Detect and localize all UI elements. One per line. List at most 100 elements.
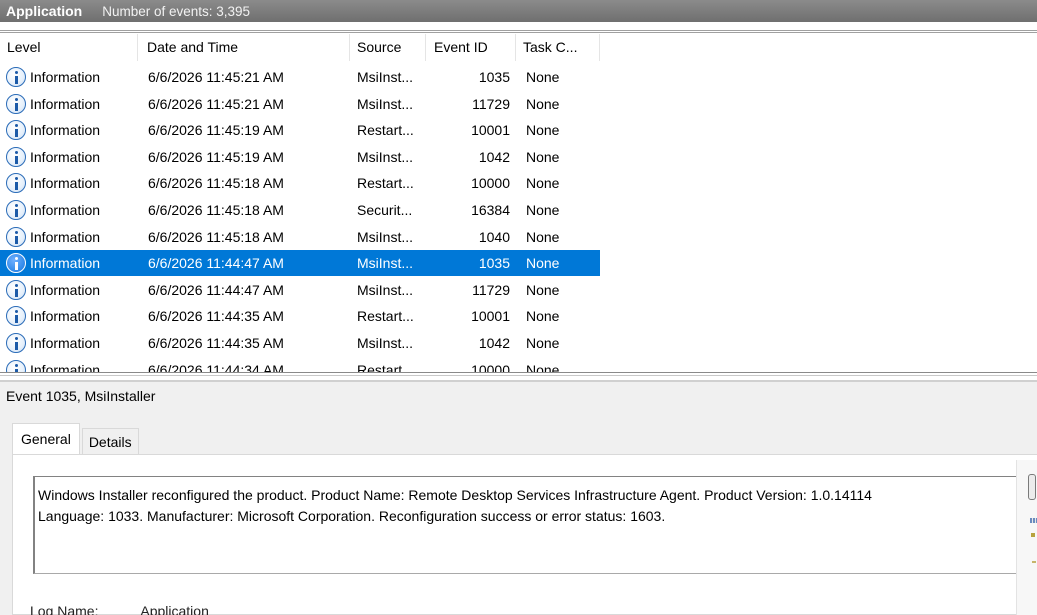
right-scrollbar[interactable] xyxy=(1016,460,1037,615)
row-level: Information xyxy=(30,95,101,112)
event-row[interactable]: Information 6/6/2026 11:44:47 AM MsiInst..… xyxy=(0,250,600,277)
event-row[interactable]: Information 6/6/2026 11:44:35 AM Restart..… xyxy=(0,303,600,329)
row-level: Information xyxy=(30,202,101,218)
tab-general[interactable]: General xyxy=(12,423,80,454)
event-row[interactable]: Information 6/6/2026 11:45:19 AM MsiInst..… xyxy=(0,144,600,170)
row-date-time: 6/6/2026 11:45:19 AM xyxy=(148,122,284,139)
event-row[interactable]: Information 6/6/2026 11:45:18 AM MsiInst..… xyxy=(0,224,600,250)
information-icon xyxy=(6,226,26,247)
events-grid[interactable]: Level Date and Time Source Event ID Task… xyxy=(0,34,1037,372)
row-task-category: None xyxy=(526,308,560,325)
event-row[interactable]: Information 6/6/2026 11:45:21 AM MsiInst..… xyxy=(0,64,600,90)
event-row[interactable]: Information 6/6/2026 11:44:35 AM MsiInst..… xyxy=(0,330,600,356)
event-row[interactable]: Information 6/6/2026 11:45:19 AM Restart..… xyxy=(0,117,600,143)
event-row[interactable]: Information 6/6/2026 11:45:21 AM MsiInst..… xyxy=(0,91,600,117)
row-date-time: 6/6/2026 11:44:47 AM xyxy=(148,255,284,272)
info-circle-icon xyxy=(6,359,26,372)
row-level: Information xyxy=(30,122,101,139)
information-icon xyxy=(6,279,26,300)
info-circle-icon xyxy=(6,306,26,327)
row-level: Information xyxy=(30,308,101,325)
tab-details[interactable]: Details xyxy=(81,428,139,454)
row-source: MsiInst... xyxy=(357,228,414,245)
row-level: Information xyxy=(30,228,101,245)
column-header-source[interactable]: Source xyxy=(350,34,426,61)
marker-icon xyxy=(1031,533,1035,537)
row-event-id: 11729 xyxy=(472,281,510,298)
row-source: MsiInst... xyxy=(357,69,414,85)
row-source: MsiInst... xyxy=(357,95,414,112)
information-icon xyxy=(6,67,26,87)
row-task-category: None xyxy=(526,95,560,112)
row-level: Information xyxy=(30,281,101,298)
information-icon xyxy=(6,146,26,167)
row-level: Information xyxy=(30,335,101,351)
row-source: MsiInst... xyxy=(357,255,414,272)
row-date-time: 6/6/2026 11:45:18 AM xyxy=(148,175,284,192)
row-date-time: 6/6/2026 11:45:21 AM xyxy=(148,69,284,85)
event-row[interactable]: Information 6/6/2026 11:44:34 AM Restart..… xyxy=(0,357,600,372)
row-level: Information xyxy=(30,148,101,165)
information-icon xyxy=(6,173,26,194)
row-level: Information xyxy=(30,175,101,192)
row-task-category: None xyxy=(526,122,560,139)
event-count: Number of events: 3,395 xyxy=(102,3,251,19)
row-event-id: 10000 xyxy=(471,175,510,192)
row-level: Information xyxy=(30,69,101,85)
row-level: Information xyxy=(30,361,101,372)
information-icon xyxy=(6,200,26,220)
pane-splitter[interactable] xyxy=(0,372,1037,382)
row-event-id: 1042 xyxy=(478,148,510,165)
row-date-time: 6/6/2026 11:44:34 AM xyxy=(148,361,284,372)
event-row[interactable]: Information 6/6/2026 11:45:18 AM Restart..… xyxy=(0,170,600,196)
column-header-level[interactable]: Level xyxy=(0,34,138,61)
column-header-task-category[interactable]: Task C... xyxy=(516,34,600,61)
row-source: Restart... xyxy=(357,122,414,139)
log-name-label: Log Name: xyxy=(30,603,99,615)
row-event-id: 1035 xyxy=(478,69,510,85)
information-icon xyxy=(6,93,26,114)
row-task-category: None xyxy=(526,255,560,272)
row-source: Securit... xyxy=(357,202,413,218)
row-event-id: 16384 xyxy=(471,202,510,218)
row-date-time: 6/6/2026 11:44:35 AM xyxy=(148,335,284,351)
row-event-id: 10001 xyxy=(471,122,510,139)
description-line-1: Windows Installer reconfigured the produ… xyxy=(38,487,872,503)
event-detail-pane: Event 1035, MsiInstaller General Details… xyxy=(0,382,1037,615)
information-icon xyxy=(6,359,26,372)
row-source: MsiInst... xyxy=(357,148,414,165)
row-event-id: 11729 xyxy=(472,95,510,112)
row-task-category: None xyxy=(526,228,560,245)
general-tab-panel: Windows Installer reconfigured the produ… xyxy=(12,454,1037,615)
event-description-box[interactable]: Windows Installer reconfigured the produ… xyxy=(33,476,1037,574)
scroll-thumb[interactable] xyxy=(1028,474,1036,500)
row-event-id: 10001 xyxy=(471,308,510,325)
info-circle-icon xyxy=(6,120,26,141)
row-task-category: None xyxy=(526,202,560,218)
info-circle-icon xyxy=(6,173,26,194)
row-level: Information xyxy=(30,255,101,272)
row-date-time: 6/6/2026 11:45:21 AM xyxy=(148,95,284,112)
info-circle-icon xyxy=(6,253,26,274)
event-row[interactable]: Information 6/6/2026 11:45:18 AM Securit..… xyxy=(0,197,600,223)
log-header-bar: Application Number of events: 3,395 xyxy=(0,0,1037,22)
row-source: Restart... xyxy=(357,308,414,325)
column-header-event-id[interactable]: Event ID xyxy=(426,34,516,61)
row-date-time: 6/6/2026 11:44:47 AM xyxy=(148,281,284,298)
description-line-2: Language: 1033. Manufacturer: Microsoft … xyxy=(38,508,666,524)
log-name-field: Log Name: Application xyxy=(30,597,209,615)
information-icon xyxy=(6,333,26,353)
row-source: Restart... xyxy=(357,175,414,192)
row-date-time: 6/6/2026 11:45:18 AM xyxy=(148,202,284,218)
row-date-time: 6/6/2026 11:45:18 AM xyxy=(148,228,284,245)
info-circle-icon xyxy=(6,146,26,167)
log-name: Application xyxy=(6,3,83,19)
row-source: MsiInst... xyxy=(357,335,414,351)
row-task-category: None xyxy=(526,69,560,85)
event-row[interactable]: Information 6/6/2026 11:44:47 AM MsiInst..… xyxy=(0,277,600,303)
row-date-time: 6/6/2026 11:44:35 AM xyxy=(148,308,284,325)
row-task-category: None xyxy=(526,361,560,372)
info-circle-icon xyxy=(6,67,26,87)
row-event-id: 1040 xyxy=(478,228,510,245)
column-header-date-time[interactable]: Date and Time xyxy=(140,34,350,61)
